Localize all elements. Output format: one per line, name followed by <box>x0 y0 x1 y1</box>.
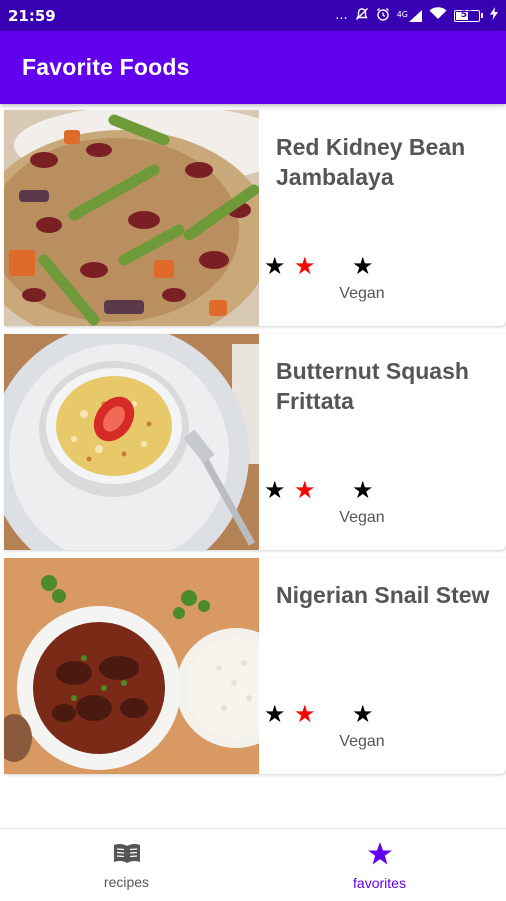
rating-star-icon: ★ <box>352 253 374 280</box>
nav-item-favorites[interactable]: favorites <box>253 829 506 901</box>
food-name: Nigerian Snail Stew <box>276 582 490 608</box>
signal-icon: 4G <box>396 9 422 22</box>
status-bar: 21:59 ... 4G 53 <box>0 0 506 31</box>
star-icon <box>367 841 393 871</box>
rating-star-icon: ★ <box>352 477 374 504</box>
diet-label: Vegan <box>339 733 385 750</box>
rating-star-icon: ★ <box>294 477 316 504</box>
battery-level: 53 <box>460 9 474 20</box>
food-image-jambalaya <box>4 110 259 326</box>
rating-stars: ★ ★ ★ <box>264 700 384 730</box>
rating-star-icon: ★ <box>264 253 286 280</box>
nav-label-recipes: recipes <box>103 874 150 890</box>
food-name: Butternut Squash Frittata <box>276 358 469 414</box>
food-image-frittata <box>4 334 259 550</box>
battery-icon: 53 <box>454 9 483 22</box>
rating-star-icon: ★ <box>294 701 316 728</box>
food-card[interactable]: Nigerian Snail Stew ★ ★ ★ Vegan <box>4 558 506 774</box>
nav-item-recipes[interactable]: recipes <box>0 829 253 901</box>
app-bar: Favorite Foods <box>0 31 506 104</box>
mute-icon <box>355 7 369 25</box>
more-notifications-icon: ... <box>335 8 348 23</box>
wifi-icon <box>429 7 447 24</box>
rating-stars: ★ ★ ★ <box>264 252 384 282</box>
charging-icon <box>490 7 498 24</box>
food-card[interactable]: Butternut Squash Frittata ★ ★ ★ Vegan <box>4 334 506 550</box>
status-time: 21:59 <box>8 6 56 25</box>
diet-label: Vegan <box>339 285 385 302</box>
rating-stars: ★ ★ ★ <box>264 476 384 506</box>
food-image-snail-stew <box>4 558 259 774</box>
rating-star-icon: ★ <box>264 701 286 728</box>
network-type: 4G <box>396 9 408 19</box>
status-icons: ... 4G 53 <box>335 7 498 25</box>
rating-star-icon: ★ <box>352 701 374 728</box>
bottom-navigation: recipes favorites <box>0 828 506 901</box>
book-icon <box>112 841 142 870</box>
alarm-icon <box>376 7 390 25</box>
diet-label: Vegan <box>339 509 385 526</box>
rating-star-icon: ★ <box>264 477 286 504</box>
app-title: Favorite Foods <box>22 54 190 80</box>
food-card[interactable]: Red Kidney Bean Jambalaya ★ ★ ★ Vegan <box>4 110 506 326</box>
food-name: Red Kidney Bean Jambalaya <box>276 134 466 190</box>
rating-star-icon: ★ <box>294 253 316 280</box>
nav-label-favorites: favorites <box>353 875 406 891</box>
